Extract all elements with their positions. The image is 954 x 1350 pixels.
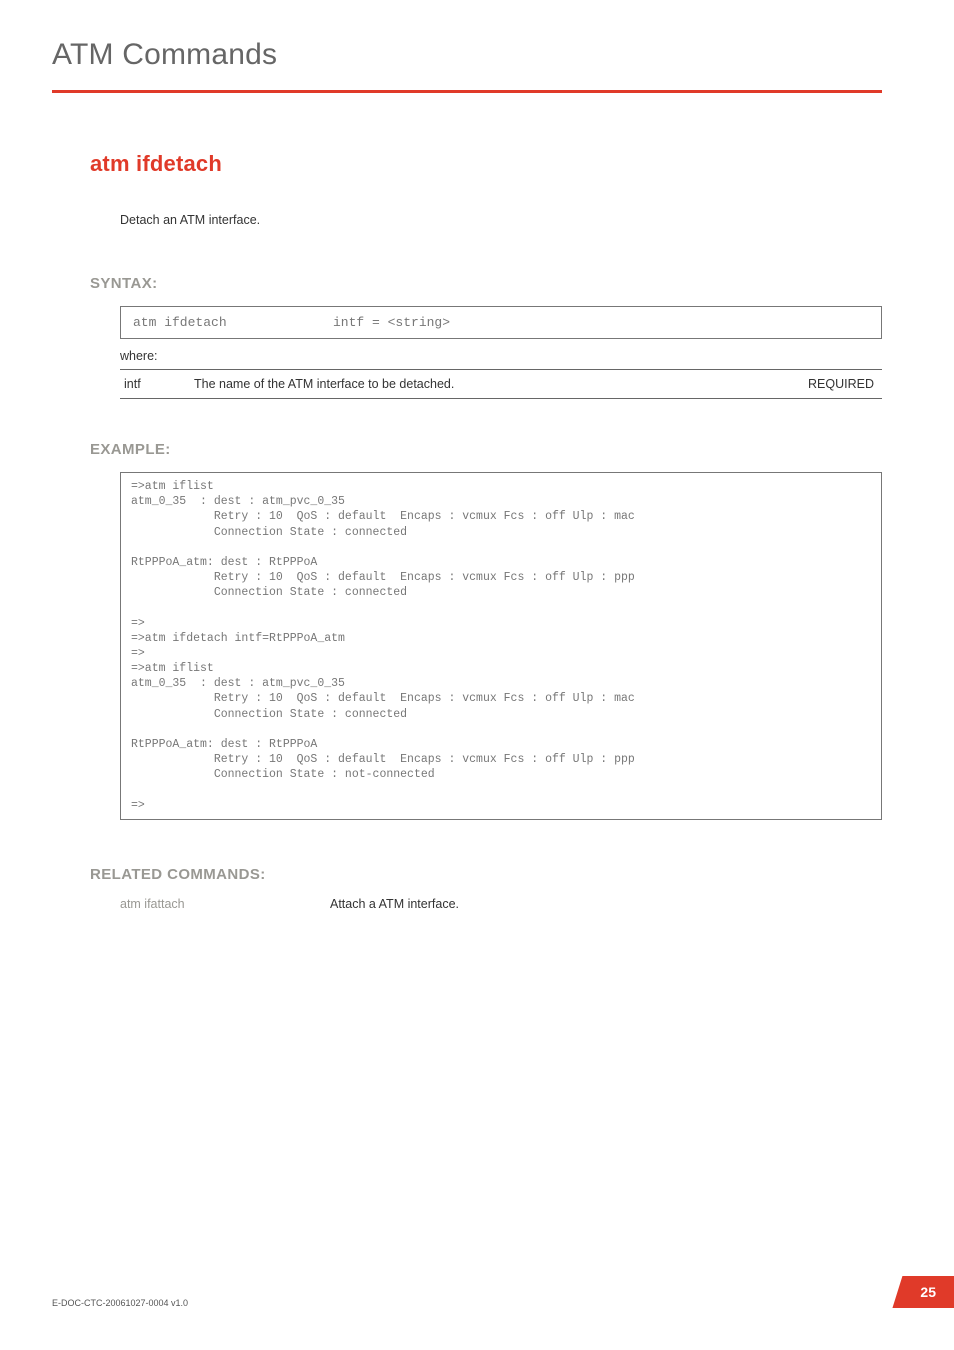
example-heading: EXAMPLE: [90,441,882,458]
parameter-table: intf The name of the ATM interface to be… [120,369,882,399]
where-label: where: [120,349,882,363]
chapter-title: ATM Commands [52,38,882,72]
table-row: intf The name of the ATM interface to be… [120,370,882,399]
related-command-name: atm ifattach [120,897,330,911]
param-name-cell: intf [120,370,190,399]
page-footer: E-DOC-CTC-20061027-0004 v1.0 25 [52,1276,954,1308]
command-description: Detach an ATM interface. [120,213,882,227]
page-number-badge: 25 [892,1276,954,1308]
example-code-block: =>atm iflist atm_0_35 : dest : atm_pvc_0… [120,472,882,820]
document-id: E-DOC-CTC-20061027-0004 v1.0 [52,1298,188,1308]
related-commands-heading: RELATED COMMANDS: [90,866,882,883]
horizontal-rule [52,90,882,93]
param-required-cell: REQUIRED [782,370,882,399]
related-command-row: atm ifattach Attach a ATM interface. [120,897,882,911]
related-command-desc: Attach a ATM interface. [330,897,459,911]
syntax-args: intf = <string> [333,315,450,330]
syntax-box: atm ifdetach intf = <string> [120,306,882,339]
command-name-heading: atm ifdetach [90,151,882,177]
syntax-command: atm ifdetach [133,315,333,330]
syntax-heading: SYNTAX: [90,275,882,292]
param-desc-cell: The name of the ATM interface to be deta… [190,370,782,399]
